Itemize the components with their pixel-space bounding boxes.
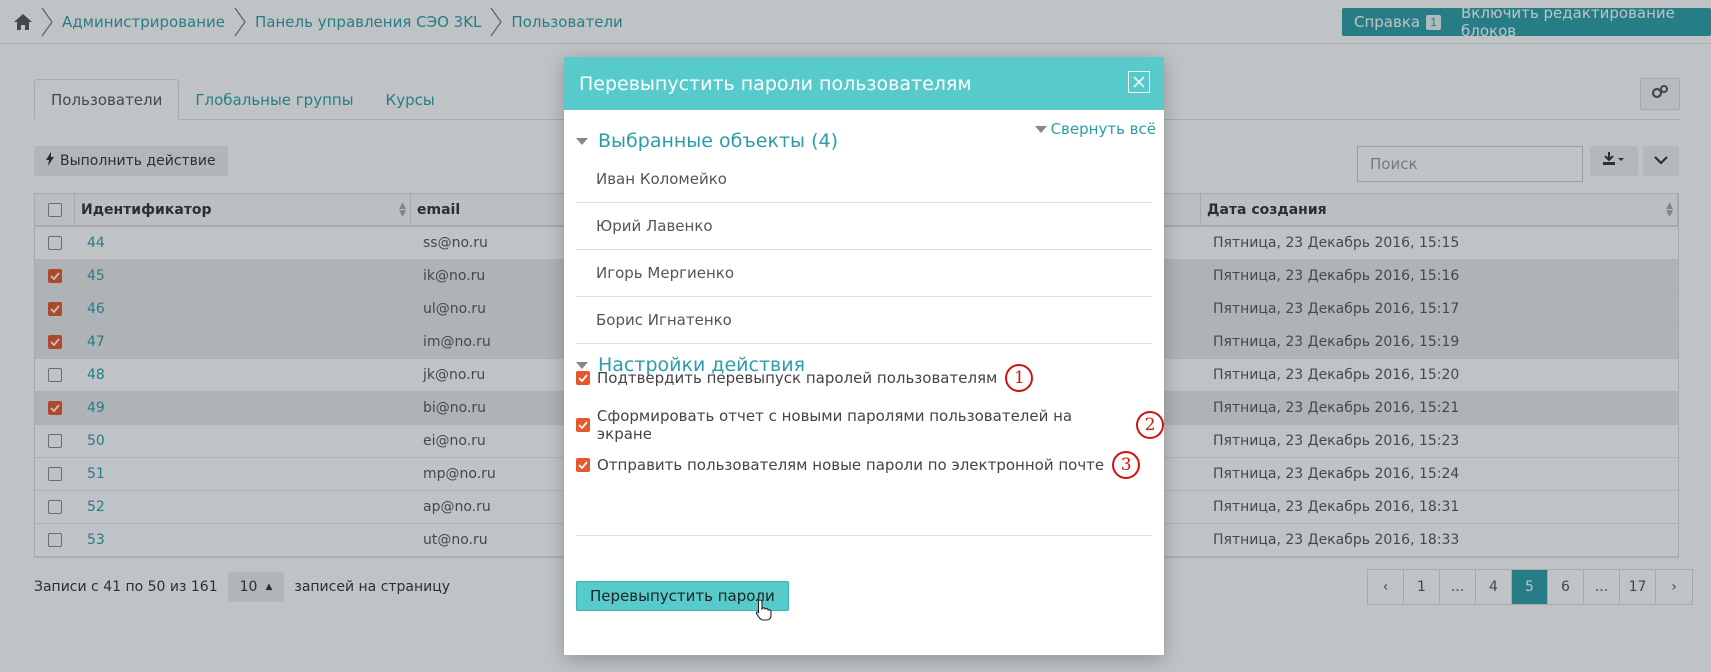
modal-header: Перевыпустить пароли пользователям	[564, 57, 1164, 110]
selected-section-header[interactable]: Выбранные объекты (4)	[576, 130, 838, 152]
option-checkbox[interactable]	[576, 371, 590, 385]
option-label: Сформировать отчет с новыми паролями пол…	[596, 407, 1073, 443]
annotation-marker: 3	[1112, 451, 1141, 479]
close-button[interactable]	[1128, 71, 1150, 93]
modal-title: Перевыпустить пароли пользователям	[579, 72, 972, 95]
page: Администрирование Панель управления СЭО …	[0, 0, 1711, 672]
close-icon	[1133, 76, 1145, 88]
reissue-passwords-modal: Перевыпустить пароли пользователям Сверн…	[564, 57, 1164, 655]
collapse-all-label: Свернуть всё	[1050, 120, 1156, 138]
option-label: Подтвердить перевыпуск паролей пользоват…	[597, 369, 998, 387]
caret-down-icon	[576, 137, 588, 145]
option-checkbox[interactable]	[576, 418, 590, 432]
caret-down-icon	[1034, 125, 1047, 133]
selected-object-item: Борис Игнатенко	[576, 297, 1152, 344]
selected-object-item: Игорь Мергиенко	[576, 250, 1152, 297]
annotation-marker: 2	[1136, 411, 1164, 439]
selected-section-title: Выбранные объекты (4)	[598, 130, 838, 152]
action-option[interactable]: Сформировать отчет с новыми паролями пол…	[576, 407, 1164, 443]
hand-cursor-icon	[755, 599, 773, 625]
submit-label: Перевыпустить пароли	[590, 587, 775, 605]
option-checkbox[interactable]	[576, 458, 590, 472]
action-option[interactable]: Подтвердить перевыпуск паролей пользоват…	[576, 364, 1034, 392]
divider	[576, 535, 1152, 536]
collapse-all-link[interactable]: Свернуть всё	[1034, 120, 1156, 138]
option-label: Отправить пользователям новые пароли по …	[597, 456, 1105, 474]
selected-object-item: Иван Коломейко	[576, 156, 1152, 203]
selected-objects-list: Иван Коломейко Юрий Лавенко Игорь Мергиенк…	[576, 156, 1152, 344]
selected-object-item: Юрий Лавенко	[576, 203, 1152, 250]
annotation-marker: 1	[1005, 364, 1034, 392]
action-option[interactable]: Отправить пользователям новые пароли по …	[576, 451, 1141, 479]
